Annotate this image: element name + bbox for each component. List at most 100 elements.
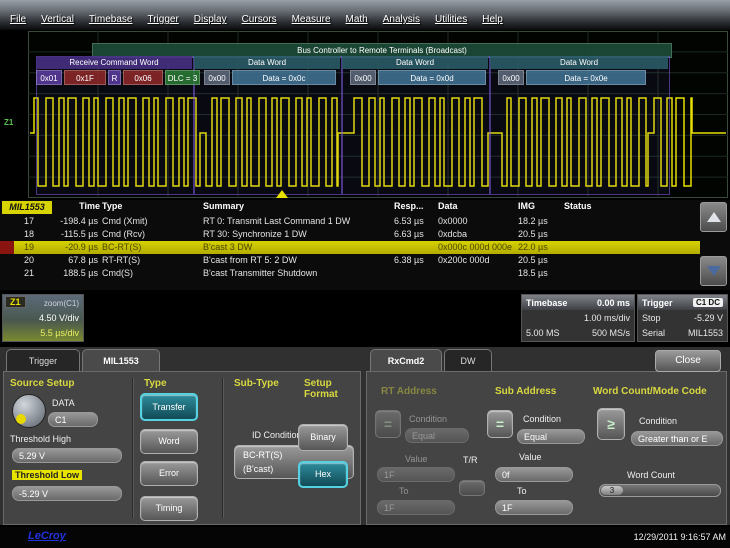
threshold-high-label: Threshold High	[10, 434, 71, 444]
wc-condition-icon-button[interactable]: ≥	[597, 408, 625, 440]
equals-icon: =	[384, 416, 392, 432]
word-count-slider[interactable]: 3	[599, 484, 721, 497]
source-setup-header: Source Setup	[10, 378, 74, 389]
scroll-down-button[interactable]	[700, 256, 727, 286]
table-row-selected[interactable]: 19-20.9 µsBC-RT(S)B'cast 3 DW0x000c 000d…	[0, 241, 700, 254]
table-row[interactable]: 2067.8 µsRT-RT(S)B'cast from RT 5: 2 DW6…	[0, 254, 700, 267]
type-error-button[interactable]: Error	[140, 461, 198, 486]
zoom-source-label: zoom(C1)	[44, 299, 79, 308]
zoom-trace-descriptor[interactable]: Z1 zoom(C1) 4.50 V/div 5.5 µs/div	[2, 294, 84, 342]
word-count-header: Word Count/Mode Code	[593, 386, 707, 397]
type-transfer-button[interactable]: Transfer	[140, 393, 198, 421]
decode-field: Data = 0x0e	[526, 70, 646, 85]
close-button[interactable]: Close	[655, 350, 721, 372]
menu-item-math[interactable]: Math	[346, 14, 368, 25]
trigger-kind: Serial	[642, 328, 665, 338]
subtype-header: Sub-Type	[234, 378, 279, 389]
decode-field: 0x00	[204, 70, 230, 85]
id-condition-label: ID Condition	[252, 430, 302, 440]
source-channel-field[interactable]: C1	[48, 412, 98, 427]
decode-word-header: Data Word	[194, 56, 340, 69]
sub-condition-field[interactable]: Equal	[517, 429, 585, 444]
menu-item-measure[interactable]: Measure	[292, 14, 331, 25]
decode-field: R	[108, 70, 121, 85]
timebase-samples: 5.00 MS	[526, 328, 560, 338]
decode-table: MIL1553 Time Type Summary Resp... Data I…	[0, 200, 730, 290]
tab-trigger[interactable]: Trigger	[6, 349, 80, 371]
scroll-up-button[interactable]	[700, 202, 727, 232]
rt-to-field[interactable]: 1F	[377, 500, 455, 515]
rt-value-field[interactable]: 1F	[377, 467, 455, 482]
z1-trace-marker: Z1	[4, 118, 13, 127]
decode-word-header: Receive Command Word	[36, 56, 192, 69]
rt-condition-icon-button[interactable]: =	[375, 410, 401, 438]
scroll-up-icon	[707, 212, 721, 222]
format-binary-button[interactable]: Binary	[298, 424, 348, 451]
divider	[222, 378, 224, 518]
rxcmd2-panel: Close RT Address Sub Address Word Count/…	[366, 371, 727, 525]
menu-item-display[interactable]: Display	[194, 14, 227, 25]
column-header-resp: Resp...	[394, 201, 424, 214]
sub-value-label: Value	[519, 452, 541, 462]
threshold-low-field[interactable]: -5.29 V	[12, 486, 122, 501]
dialog-area: Trigger MIL1553 RxCmd2 DW Source Setup D…	[0, 347, 730, 525]
menu-item-analysis[interactable]: Analysis	[383, 14, 420, 25]
menu-item-cursors[interactable]: Cursors	[242, 14, 277, 25]
threshold-high-field[interactable]: 5.29 V	[12, 448, 122, 463]
rt-address-header: RT Address	[381, 386, 437, 397]
tab-rxcmd2[interactable]: RxCmd2	[370, 349, 442, 371]
timebase-rate: 500 MS/s	[592, 328, 630, 338]
oscilloscope-screen: File Vertical Timebase Trigger Display C…	[0, 0, 730, 548]
sub-value-field[interactable]: 0f	[495, 467, 573, 482]
sub-to-label: To	[517, 486, 527, 496]
data-label: DATA	[52, 398, 75, 408]
scroll-down-icon	[707, 266, 721, 276]
tab-mil1553[interactable]: MIL1553	[82, 349, 160, 371]
decode-word-header: Data Word	[342, 56, 488, 69]
tr-button[interactable]	[459, 480, 485, 496]
clock-timestamp: 12/29/2011 9:16:57 AM	[634, 532, 726, 542]
menu-item-trigger[interactable]: Trigger	[147, 14, 178, 25]
greater-equal-icon: ≥	[607, 416, 615, 432]
menu-bar: File Vertical Timebase Trigger Display C…	[0, 0, 730, 30]
tab-dw[interactable]: DW	[444, 349, 492, 371]
type-word-button[interactable]: Word	[140, 429, 198, 454]
decode-field: DLC = 3	[165, 70, 200, 85]
wc-condition-label: Condition	[639, 416, 677, 426]
mil1553-trigger-panel: Source Setup DATA C1 Threshold High 5.29…	[3, 371, 361, 525]
trigger-descriptor[interactable]: TriggerC1 DC Stop-5.29 V SerialMIL1553	[637, 294, 728, 342]
decode-field: 0x01	[36, 70, 62, 85]
sub-condition-icon-button[interactable]: =	[487, 410, 513, 438]
rt-to-label: To	[399, 486, 409, 496]
menu-item-timebase[interactable]: Timebase	[89, 14, 133, 25]
type-header: Type	[144, 378, 167, 389]
format-hex-button[interactable]: Hex	[298, 461, 348, 488]
rt-condition-field[interactable]: Equal	[405, 428, 469, 443]
table-row[interactable]: 18-115.5 µsCmd (Rcv)RT 30: Synchronize 1…	[0, 228, 700, 241]
knob-icon[interactable]	[12, 394, 46, 428]
table-row[interactable]: 17-198.4 µsCmd (Xmit)RT 0: Transmit Last…	[0, 215, 700, 228]
sub-address-header: Sub Address	[495, 386, 556, 397]
equals-icon: =	[496, 416, 504, 432]
zoom-hscale: 5.5 µs/div	[40, 328, 79, 338]
menu-item-utilities[interactable]: Utilities	[435, 14, 467, 25]
wc-condition-field[interactable]: Greater than or E	[631, 431, 723, 446]
zoom-trace-tab: Z1	[5, 296, 26, 308]
timebase-descriptor[interactable]: Timebase0.00 ms 1.00 ms/div 5.00 MS500 M…	[521, 294, 635, 342]
menu-item-vertical[interactable]: Vertical	[41, 14, 74, 25]
menu-item-file[interactable]: File	[10, 14, 26, 25]
slider-handle[interactable]: 3	[601, 486, 623, 495]
timebase-offset: 0.00 ms	[597, 298, 630, 308]
trigger-level: -5.29 V	[694, 313, 723, 323]
timebase-label: Timebase	[526, 298, 567, 308]
trigger-position-icon[interactable]	[276, 190, 288, 198]
column-header-img: IMG	[518, 201, 535, 214]
decode-field: Data = 0x0c	[232, 70, 336, 85]
decode-field: 0x00	[498, 70, 524, 85]
type-timing-button[interactable]: Timing	[140, 496, 198, 521]
table-row[interactable]: 21188.5 µsCmd(S)B'cast Transmitter Shutd…	[0, 267, 700, 280]
rt-condition-label: Condition	[409, 414, 447, 424]
divider	[132, 378, 134, 518]
menu-item-help[interactable]: Help	[482, 14, 503, 25]
sub-to-field[interactable]: 1F	[495, 500, 573, 515]
